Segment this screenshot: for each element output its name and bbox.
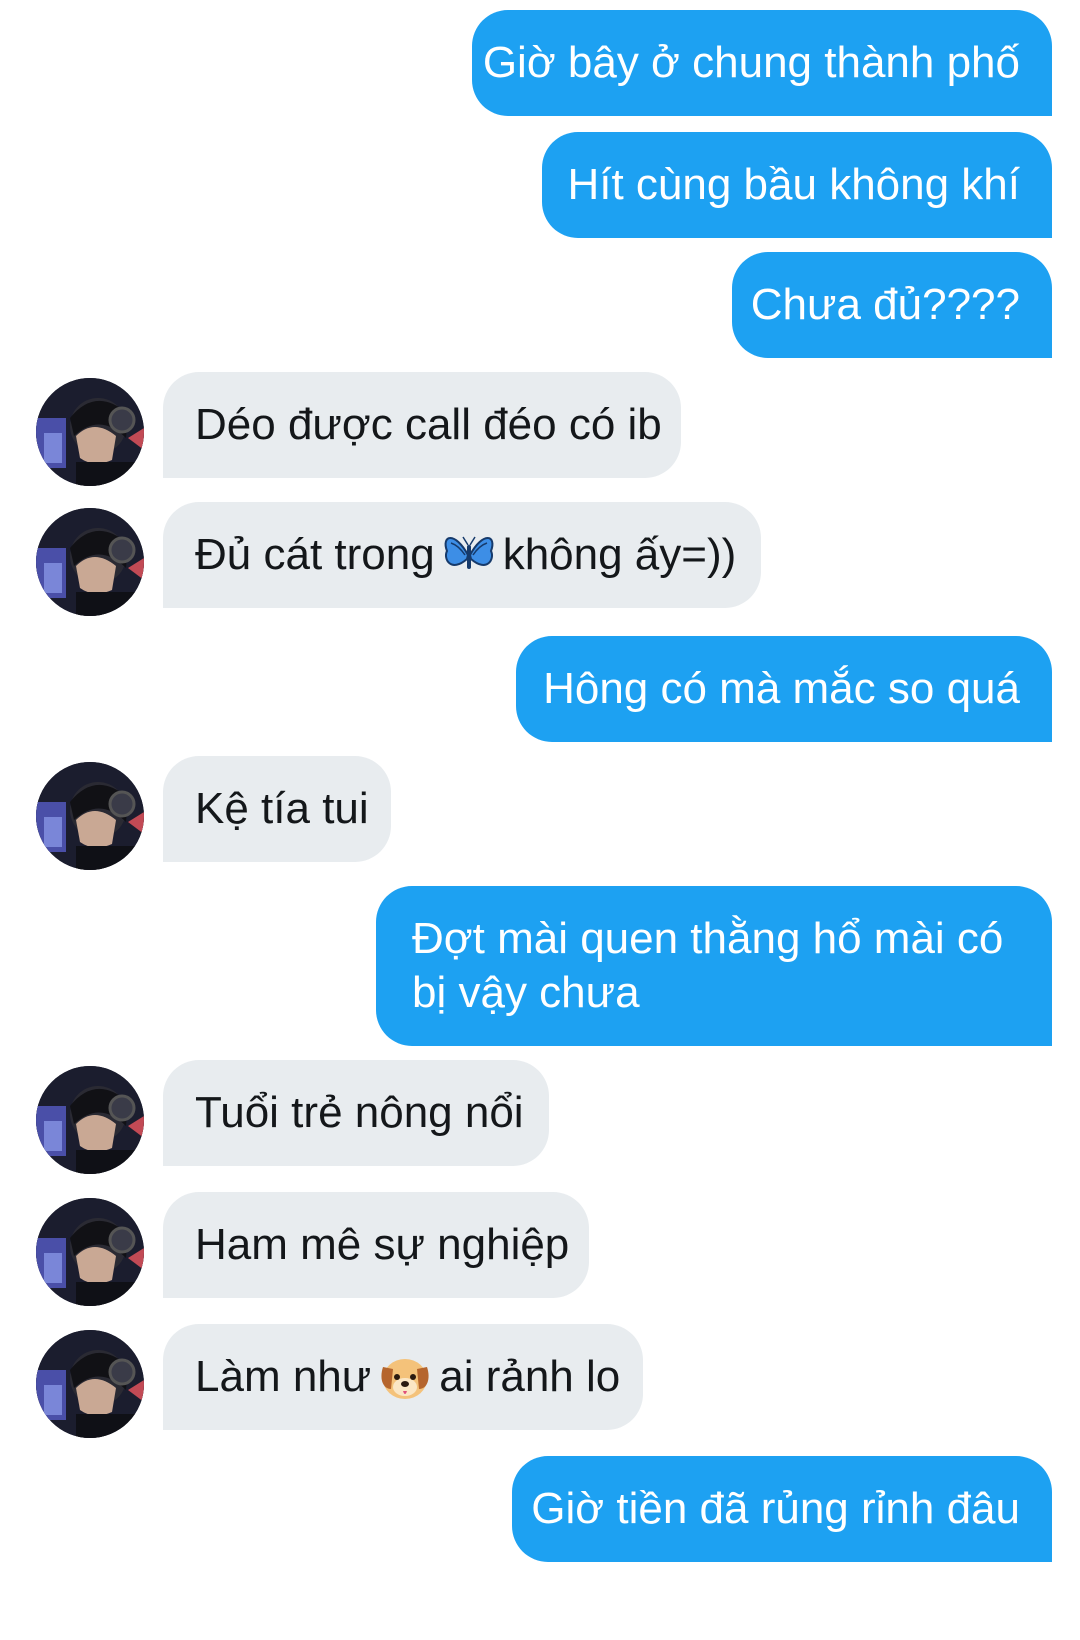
incoming-message[interactable]: Ham mê sự nghiệp xyxy=(163,1192,589,1298)
message-text: Chưa đủ???? xyxy=(750,280,1020,329)
outgoing-message[interactable]: Giờ tiền đã rủng rỉnh đâu xyxy=(512,1456,1052,1562)
outgoing-message[interactable]: Hông có mà mắc so quá xyxy=(516,636,1052,742)
message-text: Kệ tía tui xyxy=(195,784,369,833)
message-text-before: Làm như xyxy=(195,1352,372,1401)
incoming-message[interactable]: Tuổi trẻ nông nổi xyxy=(163,1060,549,1166)
contact-avatar[interactable] xyxy=(36,1330,144,1438)
contact-avatar[interactable] xyxy=(36,1198,144,1306)
dog-face-icon xyxy=(377,1349,433,1405)
message-text: Hít cùng bầu không khí xyxy=(567,160,1020,209)
message-text: Ham mê sự nghiệp xyxy=(195,1220,570,1269)
butterfly-icon xyxy=(441,527,497,583)
contact-avatar[interactable] xyxy=(36,508,144,616)
contact-avatar[interactable] xyxy=(36,1066,144,1174)
message-thread: Giờ bây ở chung thành phố Hít cùng bầu k… xyxy=(0,0,1080,1640)
contact-avatar[interactable] xyxy=(36,378,144,486)
message-text: Tuổi trẻ nông nổi xyxy=(195,1088,524,1137)
message-text: Giờ tiền đã rủng rỉnh đâu xyxy=(531,1484,1020,1533)
outgoing-message[interactable]: Giờ bây ở chung thành phố xyxy=(472,10,1052,116)
message-text-after: ai rảnh lo xyxy=(439,1352,621,1401)
incoming-message[interactable]: Đủ cát trong không ấy=)) xyxy=(163,502,761,608)
message-text: Đợt mài quen thằng hổ mài có bị vậy chưa xyxy=(412,914,1004,1017)
outgoing-message[interactable]: Hít cùng bầu không khí xyxy=(542,132,1052,238)
outgoing-message[interactable]: Chưa đủ???? xyxy=(732,252,1052,358)
message-text: Giờ bây ở chung thành phố xyxy=(482,38,1020,87)
message-text-after: không ấy=)) xyxy=(502,530,737,579)
incoming-message[interactable]: Déo được call đéo có ib xyxy=(163,372,681,478)
incoming-message[interactable]: Làm như ai rảnh lo xyxy=(163,1324,643,1430)
message-text-before: Đủ cát trong xyxy=(195,530,435,579)
message-text: Hông có mà mắc so quá xyxy=(543,664,1020,713)
message-text: Déo được call đéo có ib xyxy=(195,400,662,449)
outgoing-message[interactable]: Đợt mài quen thằng hổ mài có bị vậy chưa xyxy=(376,886,1052,1046)
contact-avatar[interactable] xyxy=(36,762,144,870)
incoming-message[interactable]: Kệ tía tui xyxy=(163,756,391,862)
